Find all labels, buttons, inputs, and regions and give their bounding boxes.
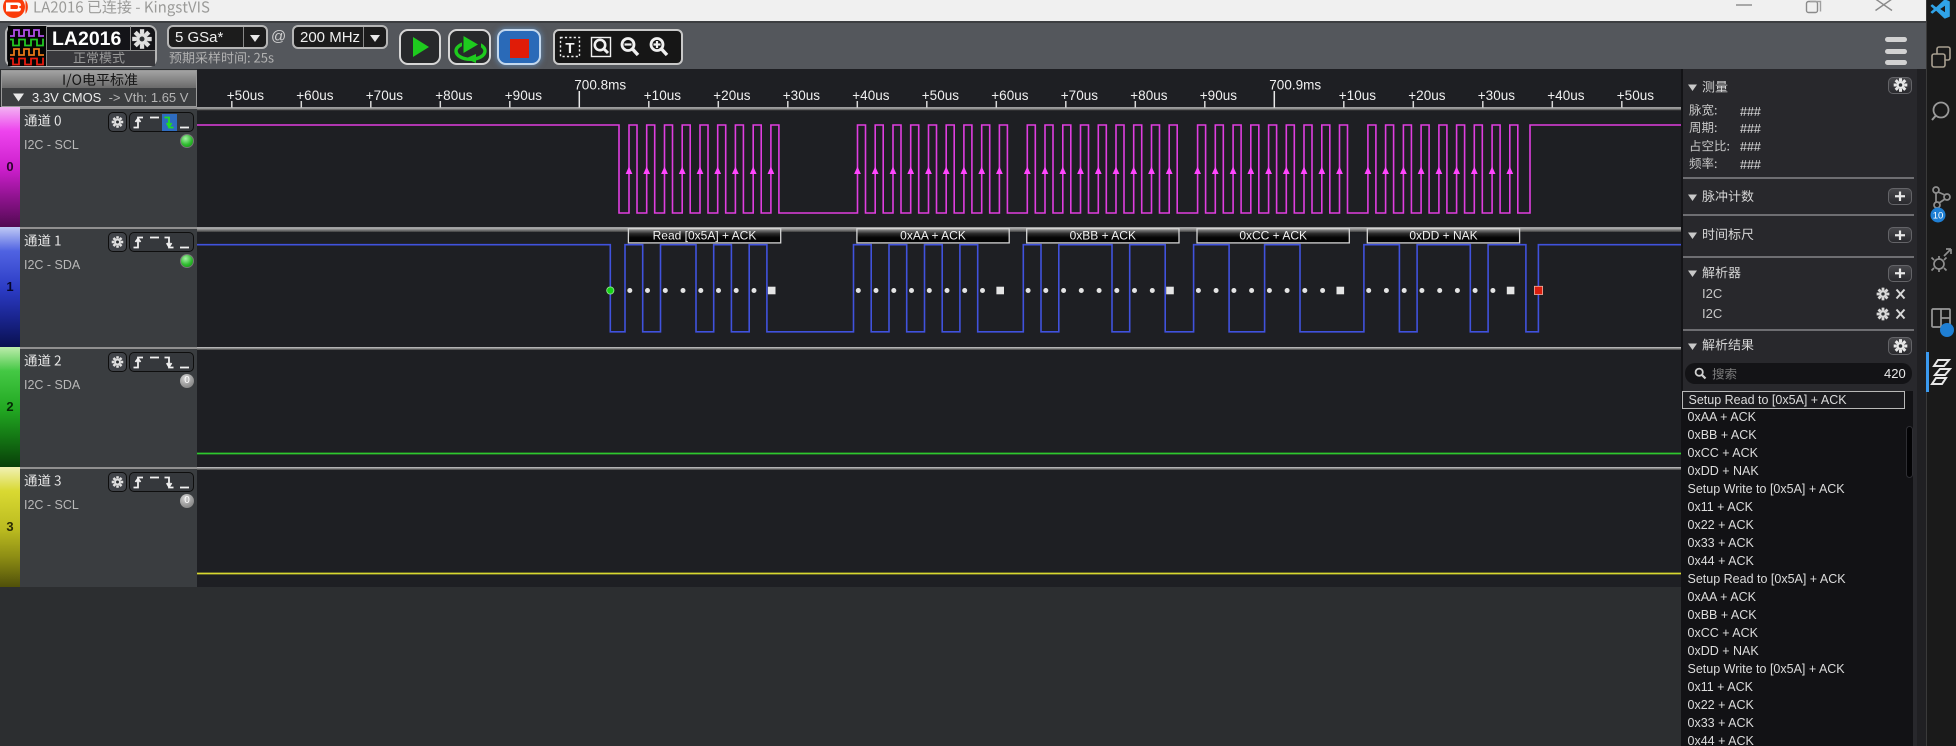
- svg-text:+40us: +40us: [852, 88, 889, 103]
- svg-text:+80us: +80us: [1130, 88, 1167, 103]
- svg-text:+30us: +30us: [783, 88, 820, 103]
- svg-text:+80us: +80us: [435, 88, 472, 103]
- svg-text:10: 10: [1933, 211, 1944, 222]
- svg-text:+10us: +10us: [1339, 88, 1376, 103]
- svg-text:0xAA + ACK: 0xAA + ACK: [900, 228, 966, 242]
- svg-text:+70us: +70us: [366, 88, 403, 103]
- svg-text:+60us: +60us: [991, 88, 1028, 103]
- svg-text:+30us: +30us: [1478, 88, 1515, 103]
- svg-text:T: T: [565, 40, 574, 57]
- svg-text:+50us: +50us: [922, 88, 959, 103]
- svg-text:+60us: +60us: [296, 88, 333, 103]
- svg-text:700.9ms: 700.9ms: [1269, 78, 1321, 93]
- svg-text:+90us: +90us: [505, 88, 542, 103]
- svg-text:+90us: +90us: [1200, 88, 1237, 103]
- svg-text:Read [0x5A] + ACK: Read [0x5A] + ACK: [653, 228, 757, 242]
- svg-text:0xDD + NAK: 0xDD + NAK: [1409, 228, 1477, 242]
- svg-text:0xCC + ACK: 0xCC + ACK: [1239, 228, 1307, 242]
- svg-text:+20us: +20us: [1408, 88, 1445, 103]
- svg-text:+40us: +40us: [1547, 88, 1584, 103]
- svg-text:0xBB + ACK: 0xBB + ACK: [1070, 228, 1136, 242]
- svg-text:700.8ms: 700.8ms: [574, 78, 626, 93]
- svg-text:+50us: +50us: [227, 88, 264, 103]
- svg-text:+50us: +50us: [1617, 88, 1654, 103]
- svg-text:+20us: +20us: [713, 88, 750, 103]
- svg-text:+70us: +70us: [1061, 88, 1098, 103]
- svg-text:+10us: +10us: [644, 88, 681, 103]
